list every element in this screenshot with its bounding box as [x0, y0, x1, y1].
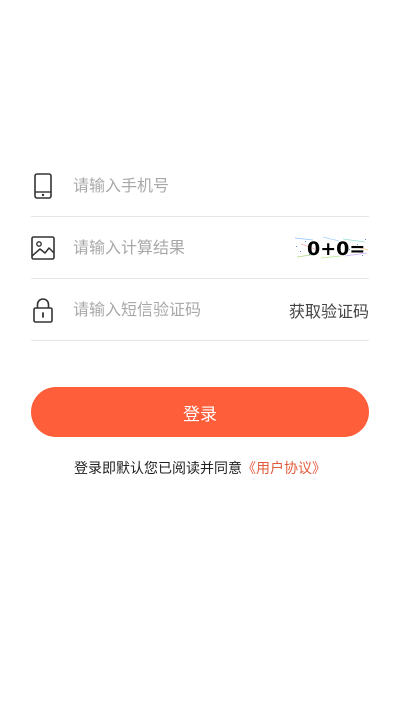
- lock-icon: [31, 296, 55, 324]
- sms-row: 获取验证码: [31, 279, 369, 341]
- get-code-button[interactable]: 获取验证码: [289, 298, 369, 322]
- image-icon: [31, 234, 55, 262]
- agreement-text: 登录即默认您已阅读并同意: [74, 461, 242, 477]
- phone-input[interactable]: [73, 170, 369, 201]
- phone-row: [31, 155, 369, 217]
- agreement-notice: 登录即默认您已阅读并同意《用户协议》: [0, 458, 400, 478]
- captcha-image[interactable]: 0+0=: [293, 234, 369, 261]
- phone-icon: [31, 172, 55, 200]
- captcha-input[interactable]: [73, 232, 293, 263]
- sms-code-input[interactable]: [73, 294, 289, 325]
- user-agreement-link[interactable]: 《用户协议》: [242, 461, 326, 477]
- login-button[interactable]: 登录: [31, 387, 369, 437]
- captcha-text: 0+0=: [307, 238, 365, 260]
- login-form: 0+0= 获取验证码: [31, 155, 369, 341]
- captcha-row: 0+0=: [31, 217, 369, 279]
